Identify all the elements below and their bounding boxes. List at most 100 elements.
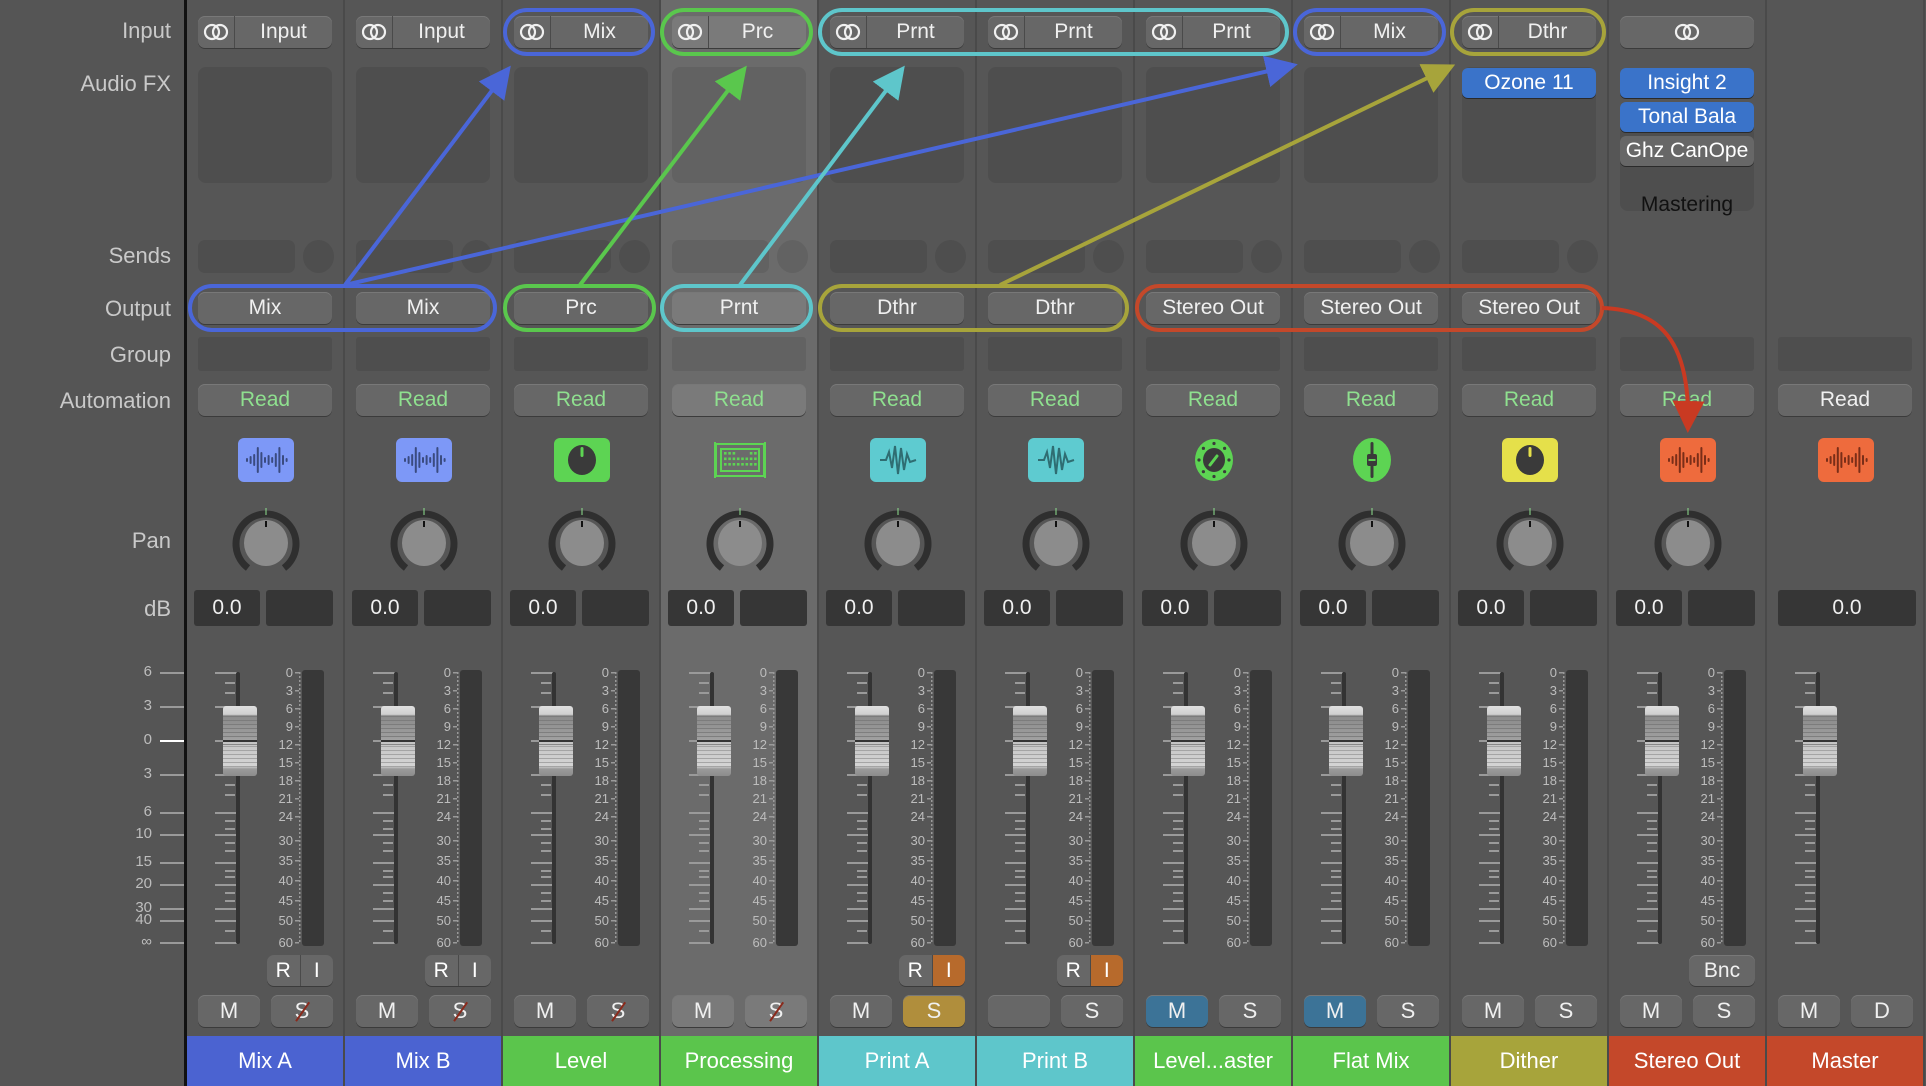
send-slot[interactable] bbox=[1304, 240, 1401, 273]
pan-knob[interactable] bbox=[547, 506, 617, 576]
send-level-knob[interactable] bbox=[619, 240, 650, 273]
send-slot[interactable] bbox=[672, 240, 769, 273]
stereo-link-icon[interactable] bbox=[1304, 16, 1341, 48]
solo-button[interactable]: S bbox=[1219, 995, 1281, 1027]
solo-button[interactable]: S bbox=[271, 995, 333, 1027]
pan-knob[interactable] bbox=[1021, 506, 1091, 576]
pan-knob[interactable] bbox=[863, 506, 933, 576]
input-monitor-button[interactable]: I bbox=[1090, 955, 1123, 986]
stereo-link-icon[interactable] bbox=[1462, 16, 1499, 48]
volume-fader[interactable]: 0 3 6 9 12 15 18 21 24 30 35 40 45 50 60 bbox=[1301, 660, 1446, 950]
volume-db-readout[interactable]: 0.0 bbox=[1142, 590, 1208, 626]
input-slot[interactable]: Input bbox=[356, 16, 490, 48]
stereo-link-icon[interactable] bbox=[1620, 16, 1754, 48]
channel-strip-setting[interactable]: Mastering bbox=[1620, 190, 1754, 220]
pan-knob[interactable] bbox=[1653, 506, 1723, 576]
output-slot[interactable]: Dthr bbox=[988, 292, 1122, 324]
automation-mode-button[interactable]: Read bbox=[1620, 384, 1754, 416]
group-slot[interactable] bbox=[514, 337, 648, 371]
track-name[interactable]: Processing bbox=[661, 1036, 817, 1086]
solo-button[interactable]: S bbox=[587, 995, 649, 1027]
send-slot[interactable] bbox=[988, 240, 1085, 273]
audio-fx-slot[interactable] bbox=[830, 67, 964, 183]
audio-fx-slot[interactable] bbox=[672, 67, 806, 183]
send-slot[interactable] bbox=[514, 240, 611, 273]
volume-fader[interactable]: 0 3 6 9 12 15 18 21 24 30 35 40 45 50 60 bbox=[195, 660, 340, 950]
send-level-knob[interactable] bbox=[461, 240, 492, 273]
automation-mode-button[interactable]: Read bbox=[1778, 384, 1912, 416]
solo-button[interactable]: S bbox=[1377, 995, 1439, 1027]
pan-knob[interactable] bbox=[231, 506, 301, 576]
mute-button[interactable]: M bbox=[1304, 995, 1366, 1027]
track-name[interactable]: Master bbox=[1767, 1036, 1923, 1086]
automation-mode-button[interactable]: Read bbox=[356, 384, 490, 416]
record-enable-button[interactable]: R bbox=[1057, 955, 1091, 986]
send-slot[interactable] bbox=[1146, 240, 1243, 273]
track-name[interactable]: Mix B bbox=[345, 1036, 501, 1086]
automation-mode-button[interactable]: Read bbox=[830, 384, 964, 416]
solo-button[interactable]: S bbox=[745, 995, 807, 1027]
output-slot[interactable]: Mix bbox=[356, 292, 490, 324]
input-slot[interactable]: Prnt bbox=[988, 16, 1122, 48]
volume-fader[interactable]: 0 3 6 9 12 15 18 21 24 30 35 40 45 50 60 bbox=[1459, 660, 1604, 950]
pan-knob[interactable] bbox=[1495, 506, 1565, 576]
input-slot[interactable]: Dthr bbox=[1462, 16, 1596, 48]
audio-fx-slot[interactable] bbox=[198, 67, 332, 183]
output-slot[interactable]: Stereo Out bbox=[1462, 292, 1596, 324]
plugin-slot[interactable]: Ghz CanOpe bbox=[1620, 136, 1754, 166]
input-monitor-button[interactable]: I bbox=[932, 955, 965, 986]
track-name[interactable]: Print A bbox=[819, 1036, 975, 1086]
volume-db-readout[interactable]: 0.0 bbox=[352, 590, 418, 626]
mute-button[interactable]: M bbox=[1620, 995, 1682, 1027]
send-level-knob[interactable] bbox=[1567, 240, 1598, 273]
solo-button[interactable]: S bbox=[1535, 995, 1597, 1027]
mute-button[interactable]: M bbox=[514, 995, 576, 1027]
mute-button[interactable]: M bbox=[198, 995, 260, 1027]
stereo-link-icon[interactable] bbox=[988, 16, 1025, 48]
output-slot[interactable]: Stereo Out bbox=[1146, 292, 1280, 324]
volume-fader[interactable]: 0 3 6 9 12 15 18 21 24 30 35 40 45 50 60 bbox=[985, 660, 1130, 950]
volume-db-readout[interactable]: 0.0 bbox=[510, 590, 576, 626]
group-slot[interactable] bbox=[672, 337, 806, 371]
input-monitor-button[interactable]: I bbox=[301, 955, 334, 986]
audio-fx-slot[interactable] bbox=[356, 67, 490, 183]
automation-mode-button[interactable]: Read bbox=[1304, 384, 1438, 416]
pan-knob[interactable] bbox=[705, 506, 775, 576]
volume-fader[interactable]: 0 3 6 9 12 15 18 21 24 30 35 40 45 50 60 bbox=[1617, 660, 1762, 950]
track-name[interactable]: Flat Mix bbox=[1293, 1036, 1449, 1086]
track-name[interactable]: Print B bbox=[977, 1036, 1133, 1086]
send-slot[interactable] bbox=[1462, 240, 1559, 273]
volume-db-readout[interactable]: 0.0 bbox=[984, 590, 1050, 626]
plugin-slot[interactable]: Tonal Bala bbox=[1620, 102, 1754, 132]
solo-button[interactable]: S bbox=[1061, 995, 1123, 1027]
output-slot[interactable]: Mix bbox=[198, 292, 332, 324]
record-enable-button[interactable]: R bbox=[899, 955, 933, 986]
stereo-link-icon[interactable] bbox=[830, 16, 867, 48]
track-name[interactable]: Dither bbox=[1451, 1036, 1607, 1086]
plugin-slot[interactable]: Ozone 11 bbox=[1462, 68, 1596, 98]
automation-mode-button[interactable]: Read bbox=[514, 384, 648, 416]
solo-button[interactable]: S bbox=[429, 995, 491, 1027]
solo-button[interactable]: S bbox=[1693, 995, 1755, 1027]
group-slot[interactable] bbox=[830, 337, 964, 371]
pan-knob[interactable] bbox=[1179, 506, 1249, 576]
stereo-link-icon[interactable] bbox=[1146, 16, 1183, 48]
mute-button[interactable]: M bbox=[1778, 995, 1840, 1027]
output-slot[interactable]: Dthr bbox=[830, 292, 964, 324]
volume-fader[interactable] bbox=[1775, 660, 1920, 950]
pan-knob[interactable] bbox=[1337, 506, 1407, 576]
send-slot[interactable] bbox=[356, 240, 453, 273]
volume-db-readout[interactable]: 0.0 bbox=[668, 590, 734, 626]
automation-mode-button[interactable]: Read bbox=[672, 384, 806, 416]
group-slot[interactable] bbox=[988, 337, 1122, 371]
stereo-link-icon[interactable] bbox=[672, 16, 709, 48]
mute-button[interactable]: M bbox=[830, 995, 892, 1027]
automation-mode-button[interactable]: Read bbox=[198, 384, 332, 416]
output-slot[interactable]: Stereo Out bbox=[1304, 292, 1438, 324]
mute-button[interactable] bbox=[988, 995, 1050, 1027]
send-level-knob[interactable] bbox=[303, 240, 334, 273]
volume-db-readout[interactable]: 0.0 bbox=[194, 590, 260, 626]
volume-fader[interactable]: 0 3 6 9 12 15 18 21 24 30 35 40 45 50 60 bbox=[1143, 660, 1288, 950]
volume-fader[interactable]: 0 3 6 9 12 15 18 21 24 30 35 40 45 50 60 bbox=[827, 660, 972, 950]
dim-button[interactable]: D bbox=[1851, 995, 1913, 1027]
